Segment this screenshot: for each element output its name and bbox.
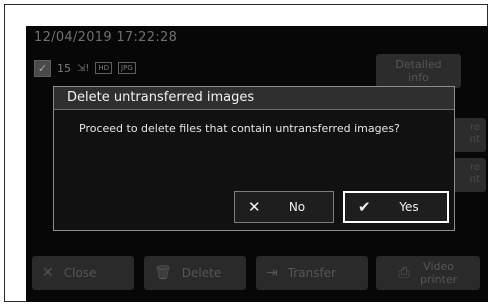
- dialog-title: Delete untransferred images: [54, 87, 454, 110]
- selected-count: 15: [57, 61, 71, 75]
- side-button-lower-label: re nt: [469, 162, 480, 185]
- detailed-info-label: Detailed info: [395, 58, 442, 84]
- video-printer-button[interactable]: ⎙ Video printer: [376, 256, 480, 290]
- side-button-upper-label: re nt: [469, 122, 480, 145]
- transfer-label: Transfer: [287, 266, 336, 280]
- jpg-format-tag: JPG: [118, 62, 136, 74]
- close-label: Close: [63, 266, 97, 280]
- yes-button[interactable]: ✔ Yes: [343, 191, 449, 223]
- delete-label: Delete: [181, 266, 222, 280]
- hd-format-tag: HD: [95, 62, 113, 74]
- detailed-info-button[interactable]: Detailed info: [376, 54, 461, 88]
- no-button[interactable]: ✕ No: [234, 191, 334, 223]
- delete-button[interactable]: 🗑 Delete: [144, 256, 246, 290]
- select-all-checkbox[interactable]: ✓: [34, 59, 51, 77]
- delete-confirm-dialog: Delete untransferred images Proceed to d…: [53, 86, 455, 231]
- date-time-display: 12/04/2019 17:22:28: [34, 30, 178, 45]
- checkmark-icon: ✓: [37, 61, 48, 75]
- untransferred-warning-icon: ⇲!: [77, 62, 90, 74]
- video-printer-label: Video printer: [420, 260, 458, 286]
- transfer-arrow-icon: ⇥: [266, 265, 278, 281]
- close-x-icon: ✕: [42, 265, 54, 281]
- dialog-message: Proceed to delete files that contain unt…: [79, 122, 400, 135]
- status-row: ✓ 15 ⇲! HD JPG: [34, 58, 136, 78]
- no-label: No: [288, 200, 306, 214]
- yes-label: Yes: [399, 200, 419, 214]
- transfer-button[interactable]: ⇥ Transfer: [256, 256, 368, 290]
- bottom-toolbar: ✕ Close 🗑 Delete ⇥ Transfer ⎙ Video prin…: [26, 256, 488, 302]
- close-button[interactable]: ✕ Close: [32, 256, 134, 290]
- printer-icon: ⎙: [398, 264, 410, 281]
- trash-icon: 🗑: [154, 265, 172, 281]
